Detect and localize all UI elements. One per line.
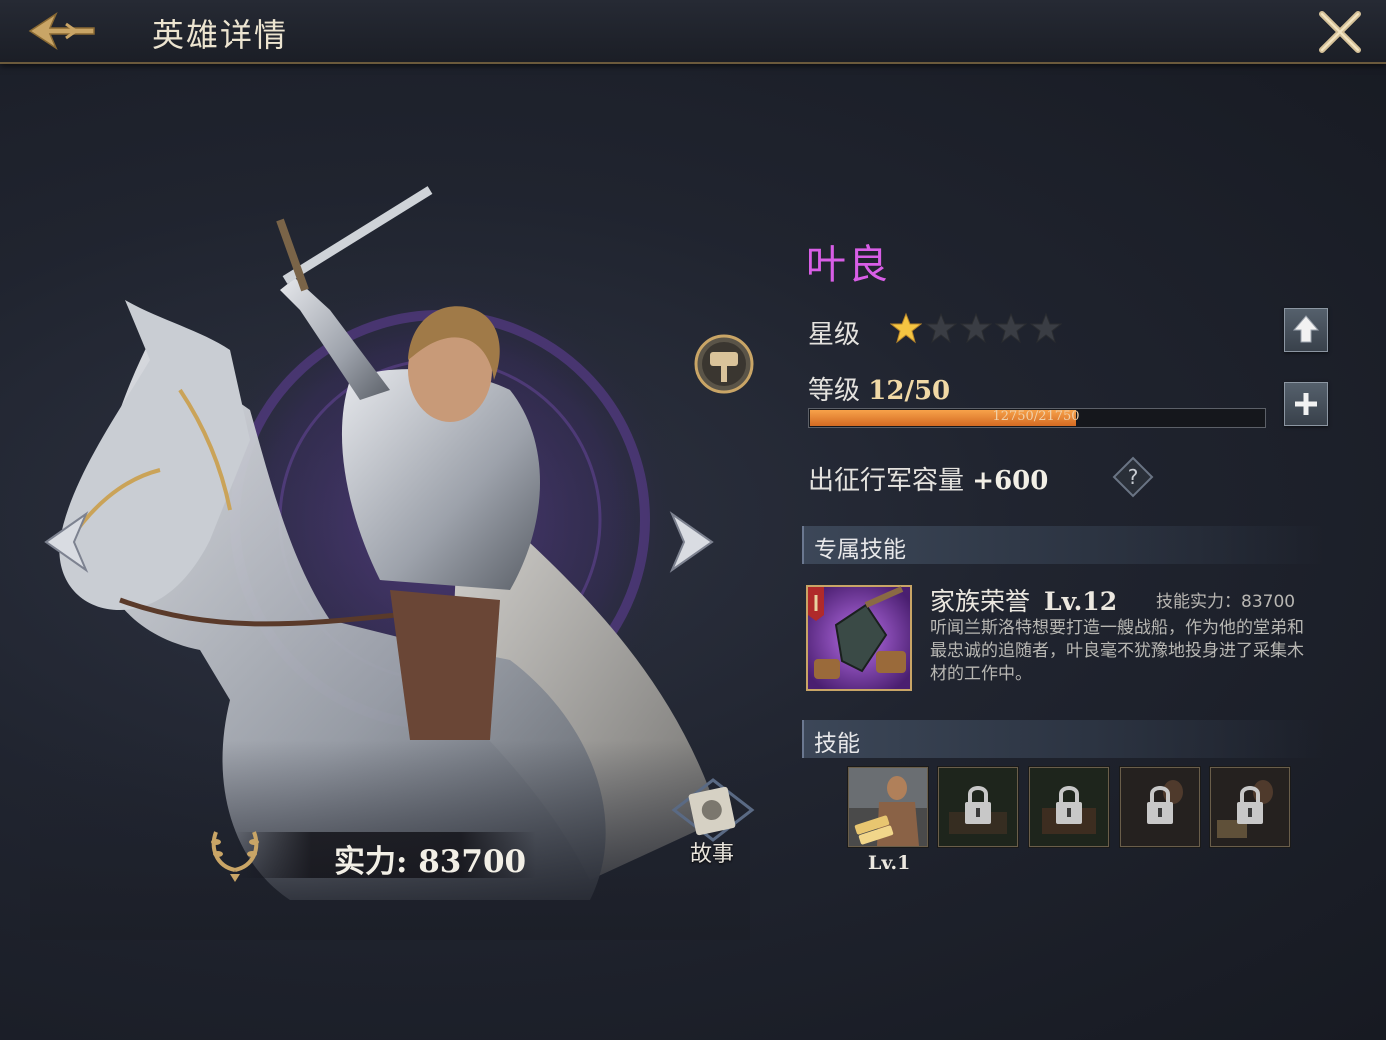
laurel-icon: [211, 831, 259, 882]
exclusive-skill-title: 专属技能: [814, 537, 906, 563]
page-title: 英雄详情: [152, 16, 289, 54]
prev-hero-button[interactable]: [40, 510, 90, 574]
top-bar: 英雄详情: [0, 0, 1386, 64]
close-button[interactable]: [1312, 6, 1368, 58]
hero-class-badge[interactable]: [694, 334, 754, 394]
level-row: 等级 12/50: [808, 370, 950, 407]
star-rating: [890, 312, 1062, 346]
hero-portrait: [30, 186, 750, 940]
hero-power: 实力: 83700: [334, 844, 527, 880]
march-capacity-value: +600: [972, 466, 1049, 496]
level-up-button[interactable]: [1284, 382, 1328, 426]
star-upgrade-button[interactable]: [1284, 308, 1328, 352]
help-button[interactable]: ?: [1112, 456, 1154, 498]
xp-text: 12750/21750: [992, 409, 1080, 424]
svg-text:?: ?: [1128, 465, 1139, 489]
star-empty-icon: [1030, 312, 1062, 344]
exclusive-skill-power: 技能实力：83700: [1156, 592, 1296, 612]
skill-slot-5[interactable]: [1210, 767, 1290, 847]
locked-skill-icon: [1030, 768, 1108, 846]
next-hero-button[interactable]: [668, 510, 718, 574]
back-arrow-icon: [28, 12, 95, 50]
close-icon: [1319, 11, 1361, 53]
arrow-up-icon: [1292, 315, 1320, 343]
axe-skill-icon: [806, 585, 912, 691]
level-label: 等级: [808, 376, 861, 406]
chevron-left-icon: [44, 511, 89, 573]
exclusive-skill-level: Lv.12: [1044, 587, 1118, 616]
star-empty-icon: [995, 312, 1027, 344]
march-capacity-label: 出征行军容量: [808, 466, 965, 496]
story-label: 故事: [690, 842, 735, 867]
question-icon: ?: [1112, 456, 1154, 498]
exclusive-skill-name-row: 家族荣誉 Lv.12: [930, 582, 1117, 618]
chevron-right-icon: [669, 511, 714, 573]
skill-slot-2[interactable]: [938, 767, 1018, 847]
locked-skill-icon: [1121, 768, 1199, 846]
exclusive-skill-icon-button[interactable]: [806, 585, 912, 691]
level-value: 12/50: [868, 376, 951, 406]
star-filled-icon: [890, 312, 922, 344]
march-capacity-row: 出征行军容量 +600: [808, 460, 1048, 497]
skill-slot-1[interactable]: [848, 767, 928, 847]
hammer-icon: [694, 334, 754, 394]
exclusive-skill-description: 听闻兰斯洛特想要打造一艘战船，作为他的堂弟和最忠诚的追随者，叶良毫不犹豫地投身进…: [930, 618, 1304, 684]
locked-skill-icon: [939, 768, 1017, 846]
skill-slot-4[interactable]: [1120, 767, 1200, 847]
exclusive-skill-name: 家族荣誉: [930, 587, 1031, 616]
skill-slot-1-level: Lv.1: [868, 852, 911, 874]
locked-skill-icon: [1211, 768, 1289, 846]
exclusive-skill-header: 专属技能: [802, 526, 1324, 564]
plus-icon: [1295, 393, 1317, 415]
skills-title: 技能: [814, 731, 860, 757]
star-empty-icon: [960, 312, 992, 344]
skill-slot-3[interactable]: [1029, 767, 1109, 847]
hero-name: 叶良: [806, 242, 890, 288]
lumber-worker-icon: [849, 768, 927, 846]
star-label: 星级: [808, 320, 861, 350]
back-button[interactable]: [22, 6, 102, 56]
skills-header: 技能: [802, 720, 1324, 758]
star-empty-icon: [925, 312, 957, 344]
